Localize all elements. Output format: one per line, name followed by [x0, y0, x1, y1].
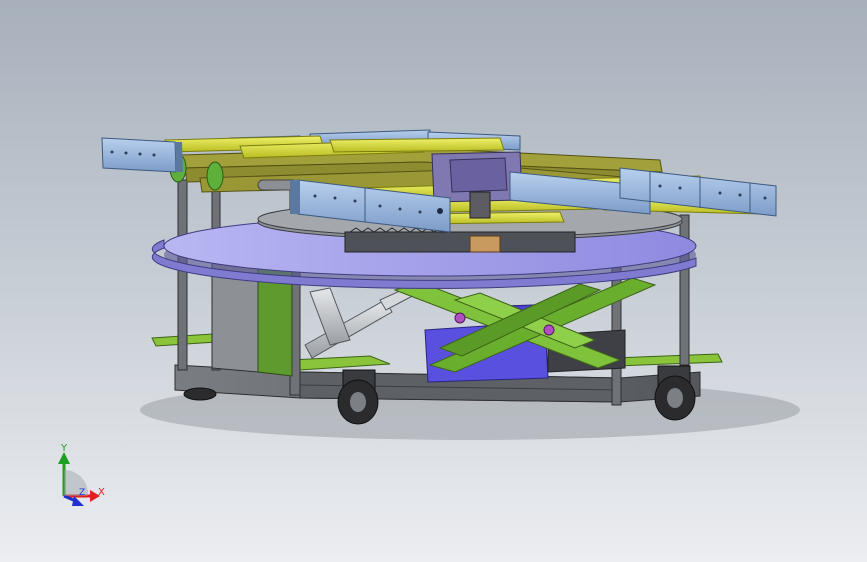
hydraulic-cylinder[interactable] — [304, 283, 421, 359]
conveyor-rail-left[interactable] — [101, 137, 183, 173]
caster-wheel-front[interactable] — [337, 369, 379, 425]
caster-wheel-right[interactable] — [654, 365, 696, 421]
y-axis-label: Y — [61, 443, 68, 454]
caster-wheel-left[interactable] — [183, 387, 217, 401]
base-plate-front[interactable] — [288, 355, 391, 371]
x-axis-label: X — [98, 487, 105, 498]
base-plate-right[interactable] — [611, 353, 723, 367]
graphics-viewport[interactable]: Y X Z — [0, 0, 867, 562]
z-axis-label: Z — [79, 488, 86, 498]
cad-model-view[interactable] — [0, 0, 867, 562]
gear-rack[interactable] — [344, 227, 576, 253]
